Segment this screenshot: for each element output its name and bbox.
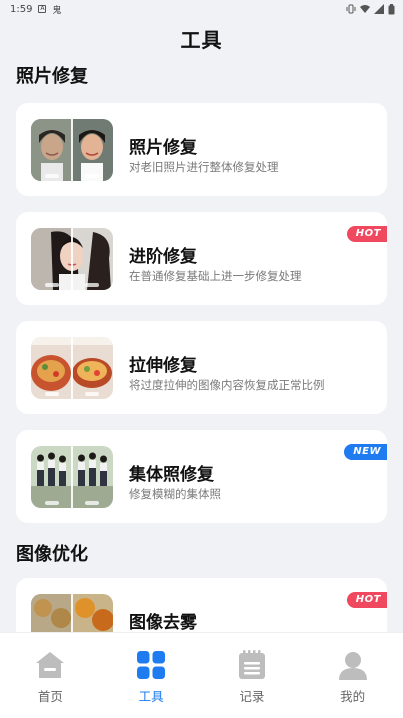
tab-label: 我的 — [340, 689, 366, 704]
hot-badge: HOT — [346, 592, 387, 608]
tab-label: 首页 — [37, 689, 63, 704]
tool-card-title: 图像去雾 — [129, 613, 197, 633]
bottom-tab-bar: 首页 工具 记录 我的 — [0, 632, 403, 718]
grid-icon — [137, 651, 166, 679]
home-icon — [36, 652, 65, 678]
tool-card-group-photo-repair[interactable]: 集体照修复 修复模糊的集体照 NEW — [16, 430, 387, 523]
tool-card-title: 照片修复 — [129, 138, 197, 158]
tab-label: 记录 — [239, 689, 265, 704]
tool-card-title: 集体照修复 — [129, 465, 214, 485]
section-title-photo-repair: 照片修复 — [16, 66, 88, 87]
woman-portrait-comparison-thumbnail — [31, 228, 113, 290]
tab-tools[interactable]: 工具 — [101, 633, 202, 718]
page-title: 工具 — [180, 28, 223, 52]
signal-icon — [374, 4, 384, 14]
notification-a-icon: A — [38, 5, 47, 13]
battery-icon — [388, 3, 395, 14]
tool-card-description: 修复模糊的集体照 — [129, 487, 221, 501]
tab-records[interactable]: 记录 — [202, 633, 303, 718]
tool-card-description: 对老旧照片进行整体修复处理 — [129, 160, 279, 174]
status-bar: 1:59 A 鬼 — [0, 0, 403, 18]
tool-card-title: 进阶修复 — [129, 247, 197, 267]
person-icon — [338, 652, 367, 680]
status-time: 1:59 — [10, 3, 33, 15]
portrait-comparison-thumbnail — [31, 119, 113, 181]
section-title-image-optimization: 图像优化 — [16, 544, 88, 565]
tool-card-photo-repair[interactable]: 照片修复 对老旧照片进行整体修复处理 — [16, 103, 387, 196]
vibrate-icon — [346, 4, 356, 14]
tool-card-description: 将过度拉伸的图像内容恢复成正常比例 — [129, 378, 325, 392]
food-comparison-thumbnail — [31, 337, 113, 399]
tab-profile[interactable]: 我的 — [302, 633, 403, 718]
notification-app-icon: 鬼 — [52, 5, 62, 16]
new-badge: NEW — [344, 444, 387, 460]
tab-label: 工具 — [138, 689, 164, 704]
wifi-icon — [360, 5, 370, 13]
tool-card-description: 在普通修复基础上进一步修复处理 — [129, 269, 302, 283]
tool-card-stretch-repair[interactable]: 拉伸修复 将过度拉伸的图像内容恢复成正常比例 — [16, 321, 387, 414]
tab-home[interactable]: 首页 — [0, 633, 101, 718]
group-photo-comparison-thumbnail — [31, 446, 113, 508]
hot-badge: HOT — [346, 226, 387, 242]
notepad-icon — [238, 650, 265, 679]
tool-card-advanced-repair[interactable]: 进阶修复 在普通修复基础上进一步修复处理 HOT — [16, 212, 387, 305]
tool-card-title: 拉伸修复 — [129, 356, 197, 376]
